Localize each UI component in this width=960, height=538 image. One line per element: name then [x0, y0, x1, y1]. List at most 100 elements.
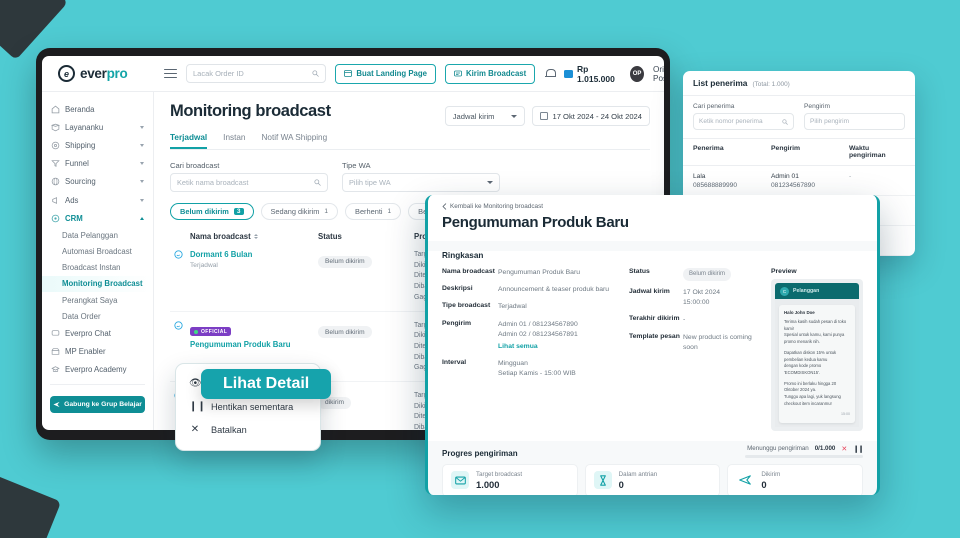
- sidebar-item-automasi-broadcast[interactable]: Automasi Broadcast: [42, 244, 153, 260]
- sidebar-item-ads[interactable]: Ads: [42, 191, 153, 209]
- stat-value: 0: [618, 478, 624, 490]
- sidebar-item-data-pelanggan[interactable]: Data Pelanggan: [42, 227, 153, 243]
- decorative-wedge-bottom-left: [0, 473, 62, 538]
- sidebar-item-shipping[interactable]: Shipping: [42, 136, 153, 154]
- recipients-title: List penerima: [693, 78, 748, 88]
- interval-line: Mingguan: [498, 360, 528, 368]
- broadcast-name-link[interactable]: Pengumuman Produk Baru: [190, 340, 318, 349]
- date-range-picker[interactable]: 17 Okt 2024 - 24 Okt 2024: [531, 106, 650, 126]
- lihat-semua-link[interactable]: Lihat semua: [498, 342, 538, 352]
- broadcast-name-link[interactable]: Dormant 6 Bulan: [190, 250, 318, 259]
- notification-bell-icon[interactable]: [544, 68, 557, 80]
- megaphone-icon: [52, 196, 57, 204]
- sidebar-label: MP Enabler: [65, 347, 106, 357]
- wallet-balance[interactable]: Rp 1.015.000: [563, 63, 622, 84]
- chevron-left-icon: [442, 203, 447, 210]
- chip-label: Berhenti: [355, 207, 383, 216]
- official-badge: OFFICIAL: [190, 327, 232, 337]
- buat-landing-page-label: Buat Landing Page: [356, 69, 427, 78]
- send-time: -: [849, 173, 852, 180]
- tipe-wa-select[interactable]: Pilih tipe WA: [342, 173, 500, 192]
- filter-cari-broadcast: Cari broadcast Ketik nama broadcast: [170, 161, 328, 192]
- sidebar-label: Ads: [65, 195, 79, 205]
- sidebar: Beranda Layananku Shipping Funnel Sourci…: [42, 92, 154, 430]
- back-to-monitoring-link[interactable]: Kembali ke Monitoring broadcast: [442, 203, 863, 210]
- menu-item-batalkan[interactable]: ✕ Batalkan: [176, 418, 320, 441]
- column-nama-broadcast[interactable]: Nama broadcast: [190, 232, 318, 241]
- cancel-icon[interactable]: ✕: [841, 445, 847, 453]
- sidebar-item-everpro-chat[interactable]: Everpro Chat: [42, 324, 153, 342]
- broadcast-search-input[interactable]: Ketik nama broadcast: [170, 173, 328, 192]
- recipient-row: Lala 085688889990 Admin 01 081234567890 …: [683, 166, 915, 196]
- screenshot-stage: e everpro Lacak Order ID Buat Landing Pa…: [0, 0, 960, 538]
- recipients-sender-select[interactable]: Pilih pengirim: [804, 113, 905, 130]
- home-icon: [51, 105, 60, 113]
- preview-contact-bar: C Pelanggan: [775, 283, 859, 299]
- sidebar-item-sourcing[interactable]: Sourcing: [42, 173, 153, 191]
- sidebar-item-everpro-academy[interactable]: Everpro Academy: [42, 361, 153, 379]
- official-badge-label: OFFICIAL: [201, 328, 228, 335]
- sender-info: Admin 01 081234567890: [771, 173, 849, 189]
- sidebar-item-data-order[interactable]: Data Order: [42, 308, 153, 324]
- sidebar-divider: [50, 384, 145, 385]
- gabung-grup-belajar-button[interactable]: Gabung ke Grup Belajar: [50, 396, 145, 413]
- stat-target-broadcast: Target broadcast 1.000: [442, 463, 578, 495]
- row-status-cell: Belum dikirim: [318, 321, 414, 375]
- brand-logo[interactable]: e everpro: [42, 65, 154, 82]
- waiting-status: Menunggu pengiriman 0/1.000 ✕ ❙❙: [747, 445, 864, 453]
- field-value: Belum dikirim: [683, 268, 759, 281]
- chevron-down-icon: [510, 114, 517, 118]
- sidebar-item-beranda[interactable]: Beranda: [42, 100, 153, 118]
- kirim-broadcast-button[interactable]: Kirim Broadcast: [444, 63, 536, 84]
- jadwal-kirim-value: Jadwal kirim: [452, 111, 495, 121]
- jadwal-kirim-select[interactable]: Jadwal kirim: [444, 106, 525, 126]
- recipient-phone: 085688889990: [693, 182, 738, 189]
- tabs: Terjadwal Instan Notif WA Shipping: [170, 133, 650, 150]
- avatar[interactable]: OP: [630, 65, 645, 82]
- stat-label: Dikirim: [761, 470, 781, 478]
- chip-count: 1: [324, 208, 329, 215]
- sort-icon[interactable]: [253, 234, 258, 239]
- tab-terjadwal[interactable]: Terjadwal: [170, 133, 208, 149]
- sidebar-item-crm[interactable]: CRM: [42, 209, 153, 227]
- preview-label: Preview: [771, 268, 797, 275]
- chevron-down-icon: [140, 125, 144, 129]
- order-search-input[interactable]: Lacak Order ID: [186, 64, 327, 83]
- sidebar-item-mp-enabler[interactable]: MP Enabler: [42, 343, 153, 361]
- field-value: 17 Okt 2024 15:00:00: [683, 289, 721, 307]
- tab-notif-wa-shipping[interactable]: Notif WA Shipping: [261, 133, 327, 149]
- menu-toggle-icon[interactable]: [164, 68, 177, 79]
- waiting-value: 0/1.000: [814, 445, 836, 453]
- recipients-sender-label: Pengirim: [804, 103, 831, 110]
- preview-timestamp: 15:00: [841, 411, 850, 416]
- buat-landing-page-button[interactable]: Buat Landing Page: [335, 63, 436, 84]
- status-badge: Belum dikirim: [683, 268, 732, 281]
- chip-sedang-dikirim[interactable]: Sedang dikirim 1: [260, 203, 339, 220]
- chip-label: Belum dikirim: [180, 207, 229, 216]
- whatsapp-icon: [174, 320, 183, 330]
- field-key: Template pesan: [629, 332, 680, 340]
- recipients-search-input[interactable]: Ketik nomor penerima: [693, 113, 794, 130]
- field-value: Terjadwal: [498, 303, 527, 311]
- sidebar-item-perangkat-saya[interactable]: Perangkat Saya: [42, 292, 153, 308]
- sidebar-item-monitoring-broadcast[interactable]: Monitoring Broadcast: [42, 275, 153, 293]
- everpro-mark-icon: e: [58, 65, 75, 82]
- chip-belum-dikirim[interactable]: Belum dikirim 3: [170, 203, 254, 220]
- recipients-search-label: Cari penerima: [693, 103, 735, 110]
- field-key: Status: [629, 268, 650, 275]
- status-badge: Belum dikirim: [318, 255, 372, 268]
- wallet-amount: Rp 1.015.000: [577, 63, 615, 84]
- row-icon[interactable]: [174, 250, 190, 304]
- sidebar-item-layananku[interactable]: Layananku: [42, 118, 153, 136]
- chip-count: 3: [233, 208, 244, 215]
- hourglass-icon: [593, 471, 612, 490]
- stat-text: Target broadcast 1.000: [476, 471, 522, 490]
- sidebar-item-funnel[interactable]: Funnel: [42, 155, 153, 173]
- detail-progress-section: Menunggu pengiriman 0/1.000 ✕ ❙❙ Progres…: [428, 441, 877, 495]
- search-icon: [314, 179, 321, 186]
- funnel-icon: [51, 160, 60, 168]
- sidebar-item-broadcast-instan[interactable]: Broadcast Instan: [42, 260, 153, 276]
- chip-berhenti[interactable]: Berhenti 1: [345, 203, 402, 220]
- pause-icon[interactable]: ❙❙: [853, 445, 864, 453]
- tab-instan[interactable]: Instan: [223, 133, 245, 149]
